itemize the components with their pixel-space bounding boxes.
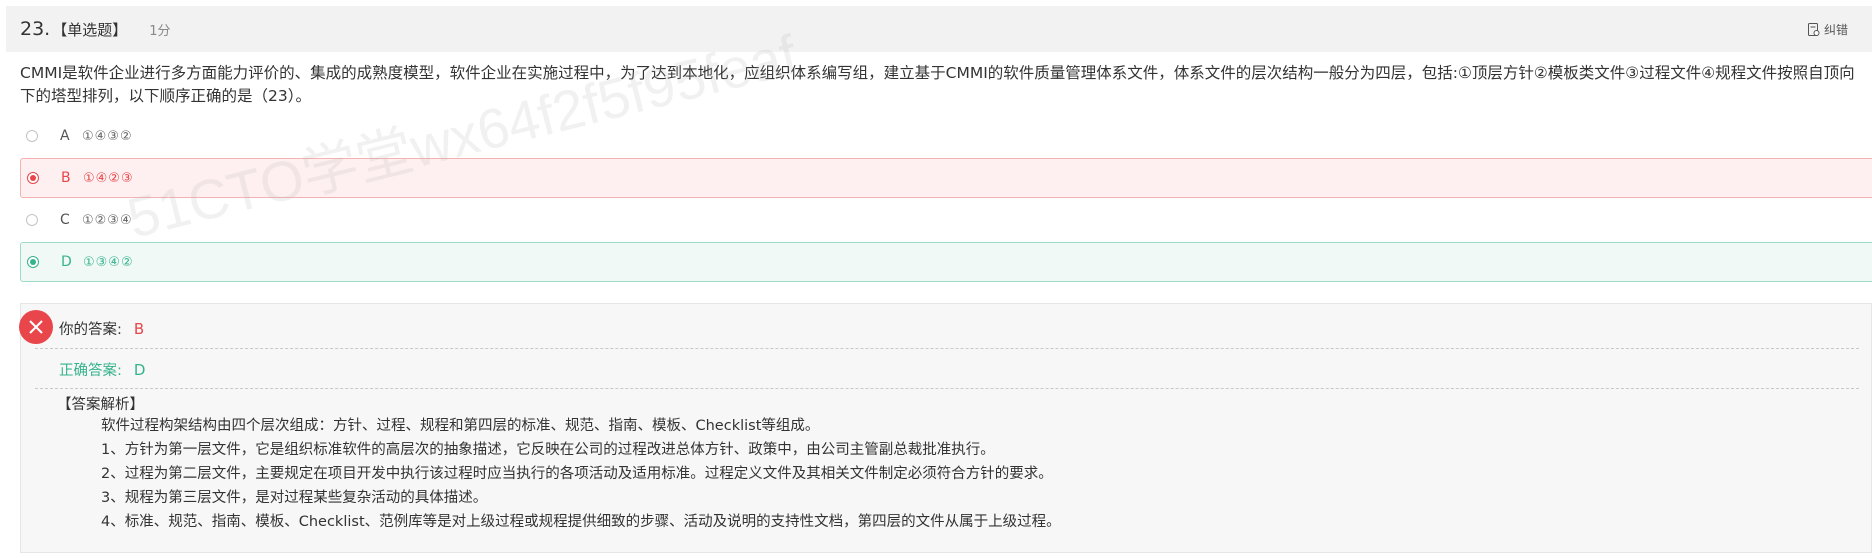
- divider: [35, 388, 1859, 389]
- explanation-line: 1、方针为第一层文件，它是组织标准软件的高层次的抽象描述，它反映在公司的过程改进…: [101, 442, 995, 458]
- question-score: 1分: [149, 23, 171, 39]
- radio-c[interactable]: [26, 214, 38, 226]
- option-text: ①②③④: [82, 212, 133, 228]
- explanation-line: 2、过程为第二层文件，主要规定在项目开发中执行该过程时应当执行的各项活动及适用标…: [101, 466, 1053, 482]
- explanation-title: 【答案解析】: [57, 397, 144, 413]
- question-type: 【单选题】: [52, 20, 128, 39]
- explanation-line: 4、标准、规范、指南、模板、Checklist、范例库等是对上级过程或规程提供细…: [101, 514, 1061, 530]
- option-c[interactable]: C ①②③④: [20, 200, 1872, 240]
- explanation-line: 3、规程为第三层文件，是对过程某些复杂活动的具体描述。: [101, 490, 488, 506]
- option-a[interactable]: A ①④③②: [20, 116, 1872, 156]
- option-text: ①④②③: [83, 170, 134, 186]
- your-answer-value: B: [133, 319, 145, 338]
- question-number: 23.: [20, 18, 51, 40]
- radio-b[interactable]: [27, 172, 39, 184]
- radio-d[interactable]: [27, 256, 39, 268]
- question-text: CMMI是软件企业进行多方面能力评价的、集成的成熟度模型，软件企业在实施过程中，…: [20, 64, 1855, 105]
- option-letter: D: [61, 254, 72, 270]
- close-icon: [29, 320, 43, 334]
- your-answer-label: 你的答案:: [59, 322, 122, 338]
- explanation-line: 软件过程构架结构由四个层次组成：方针、过程、规程和第四层的标准、规范、指南、模板…: [101, 418, 820, 434]
- option-b[interactable]: B ①④②③: [20, 158, 1872, 198]
- correct-answer-row: 正确答案: D: [59, 359, 145, 380]
- explanation-body: 软件过程构架结构由四个层次组成：方针、过程、规程和第四层的标准、规范、指南、模板…: [101, 414, 1061, 534]
- radio-a[interactable]: [26, 130, 38, 142]
- your-answer-row: 你的答案: B: [59, 318, 144, 339]
- option-letter: C: [60, 212, 70, 228]
- correct-answer-label: 正确答案:: [59, 363, 122, 379]
- option-d[interactable]: D ①③④②: [20, 242, 1872, 282]
- divider: [35, 348, 1859, 349]
- report-error-button[interactable]: 纠错: [1807, 21, 1848, 38]
- question-header: 23. 【单选题】 1分 纠错: [6, 6, 1872, 52]
- option-text: ①③④②: [83, 254, 134, 270]
- correct-answer-value: D: [133, 360, 146, 379]
- answer-analysis-panel: 你的答案: B 正确答案: D 【答案解析】 软件过程构架结构由四个层次组成：方…: [19, 303, 1872, 553]
- option-text: ①④③②: [82, 128, 133, 144]
- report-icon: [1807, 22, 1820, 36]
- option-letter: B: [61, 170, 71, 186]
- wrong-answer-badge: [19, 310, 53, 344]
- report-label: 纠错: [1823, 23, 1848, 37]
- option-letter: A: [60, 128, 70, 144]
